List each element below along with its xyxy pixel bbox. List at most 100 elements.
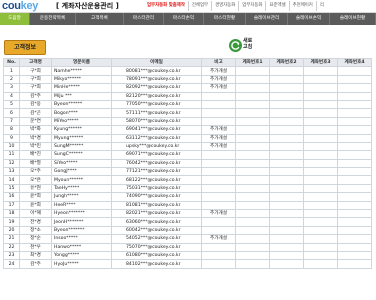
cell-email[interactable]: 81081***@coukey.co.kr [111,200,202,211]
col-note[interactable]: 비고 [201,57,236,68]
cell-note[interactable] [201,167,236,177]
cell-no[interactable]: 7 [3,116,20,127]
cell-account-4[interactable] [337,167,372,177]
cell-customer-name[interactable]: 윤*희 [19,200,52,211]
cell-no[interactable]: 14 [3,175,20,185]
cell-customer-name[interactable]: 정*순 [19,234,52,244]
cell-account-2[interactable] [269,209,304,219]
cell-note[interactable]: 추가개설 [201,141,236,152]
cell-english-name[interactable]: Byeon******* [51,225,112,236]
cell-english-name[interactable]: MinHe***** [51,83,112,93]
cell-account-3[interactable] [303,108,338,118]
cell-english-name[interactable]: Yongg***** [51,250,112,261]
cell-email[interactable]: 77050***@coukey.co.kr [111,99,202,110]
cell-no[interactable]: 19 [3,217,20,227]
cell-email[interactable]: 74090***@coukey.co.kr [111,192,202,202]
cell-account-1[interactable] [235,99,270,110]
cell-no[interactable]: 3 [3,83,20,93]
top-link-standard-excel[interactable]: 표준엑셀 [265,1,288,11]
cell-note[interactable]: 추가개설 [201,74,236,85]
cell-english-name[interactable]: GongJ**** [51,167,112,177]
cell-customer-name[interactable]: 박*화 [19,125,52,135]
cell-english-name[interactable]: Myung****** [51,133,112,143]
cell-note[interactable] [201,217,236,227]
table-row[interactable]: 19 전*경 JeonH******* 63060***@coukey.co.kr [3,217,372,227]
cell-note[interactable] [201,175,236,185]
cell-note[interactable] [201,183,236,194]
cell-note[interactable] [201,242,236,253]
cell-account-4[interactable] [337,217,372,227]
cell-english-name[interactable]: JeonH******* [51,217,112,227]
cell-customer-name[interactable]: 최*경 [19,250,52,261]
cell-no[interactable]: 11 [3,150,20,160]
cell-english-name[interactable]: Kyung****** [51,125,112,135]
cell-account-4[interactable] [337,225,372,236]
cell-account-1[interactable] [235,225,270,236]
cell-no[interactable]: 12 [3,158,20,169]
cell-account-2[interactable] [269,108,304,118]
table-row[interactable]: 4 김*주 MiJu *** 82120***@coukey.co.kr [3,91,372,101]
tab-master-manage[interactable]: 마스터관리 [124,13,164,25]
cell-note[interactable]: 추가개설 [201,125,236,135]
cell-english-name[interactable]: Jungh***** [51,192,112,202]
cell-email[interactable]: 58070***@coukey.co.kr [111,116,202,127]
cell-account-4[interactable] [337,116,372,127]
cell-note[interactable] [201,150,236,160]
cell-account-1[interactable] [235,158,270,169]
cell-account-2[interactable] [269,150,304,160]
cell-no[interactable]: 18 [3,209,20,219]
cell-customer-name[interactable]: 김*주 [19,91,52,101]
cell-note[interactable] [201,259,236,269]
table-row[interactable]: 1 구*희 Namhe***** 80081***@coukey.co.kr 추가개설 [3,66,372,76]
cell-account-3[interactable] [303,150,338,160]
table-row[interactable]: 23 최*경 Yongg***** 61080***@coukey.co.kr [3,250,372,261]
cell-account-1[interactable] [235,91,270,101]
tab-customer-list[interactable]: 고객목록 [76,13,124,25]
cell-email[interactable]: 69071***@coukey.co.kr [111,150,202,160]
cell-email[interactable]: 82021***@coukey.co.kr [111,209,202,219]
cell-no[interactable]: 5 [3,99,20,110]
cell-account-4[interactable] [337,125,372,135]
cell-no[interactable]: 13 [3,167,20,177]
table-row[interactable]: 12 배*열 SiYeo***** 76042***@coukey.co.kr [3,158,372,169]
cell-account-3[interactable] [303,200,338,211]
cell-email[interactable]: 84102***@coukey.co.kr [111,259,202,269]
tab-help[interactable]: 도움말 [0,13,30,25]
cell-account-4[interactable] [337,192,372,202]
cell-no[interactable]: 1 [3,66,20,76]
table-row[interactable]: 16 윤*희 Jungh***** 74090***@coukey.co.kr [3,192,372,202]
table-row[interactable]: 11 배*진 SungC****** 69071***@coukey.co.kr [3,150,372,160]
cell-account-2[interactable] [269,91,304,101]
cell-account-2[interactable] [269,175,304,185]
cell-email[interactable]: 63112***@coukey.co.kr [111,133,202,143]
table-row[interactable]: 13 오*주 GongJ**** 77121***@coukey.co.kr [3,167,372,177]
table-row[interactable]: 17 윤*희 HeeR**** 81081***@coukey.co.kr [3,200,372,211]
cell-customer-name[interactable]: 배*진 [19,150,52,160]
tab-master-status[interactable]: 마스터현황 [204,13,246,25]
cell-no[interactable]: 9 [3,133,20,143]
cell-account-4[interactable] [337,250,372,261]
cell-email[interactable]: 68122***@coukey.co.kr [111,175,202,185]
cell-email[interactable]: 69041***@coukey.co.kr [111,125,202,135]
cell-note[interactable] [201,91,236,101]
cell-account-4[interactable] [337,108,372,118]
col-account-1[interactable]: 계좌번호1 [235,57,270,68]
cell-account-3[interactable] [303,209,338,219]
coukey-logo[interactable]: coukey [2,0,38,12]
col-email[interactable]: 이메일 [111,57,202,68]
cell-account-3[interactable] [303,175,338,185]
col-no[interactable]: No. [3,57,20,68]
tab-slave-pnl[interactable]: 슬레이브손익 [288,13,330,25]
cell-email[interactable]: 77121***@coukey.co.kr [111,167,202,177]
cell-account-3[interactable] [303,192,338,202]
cell-english-name[interactable]: HyoJu***** [51,259,112,269]
cell-account-3[interactable] [303,141,338,152]
cell-account-3[interactable] [303,183,338,194]
cell-account-4[interactable] [337,209,372,219]
cell-email[interactable]: upsky***@coukey.co.kr [111,141,202,152]
cell-account-3[interactable] [303,158,338,169]
cell-no[interactable]: 20 [3,225,20,236]
table-row[interactable]: 15 유*현 TaeHy***** 75031***@coukey.co.kr [3,183,372,194]
cell-email[interactable]: 63060***@coukey.co.kr [111,217,202,227]
top-link-custom[interactable]: 업무자동화 맞춤제작 [144,1,188,11]
